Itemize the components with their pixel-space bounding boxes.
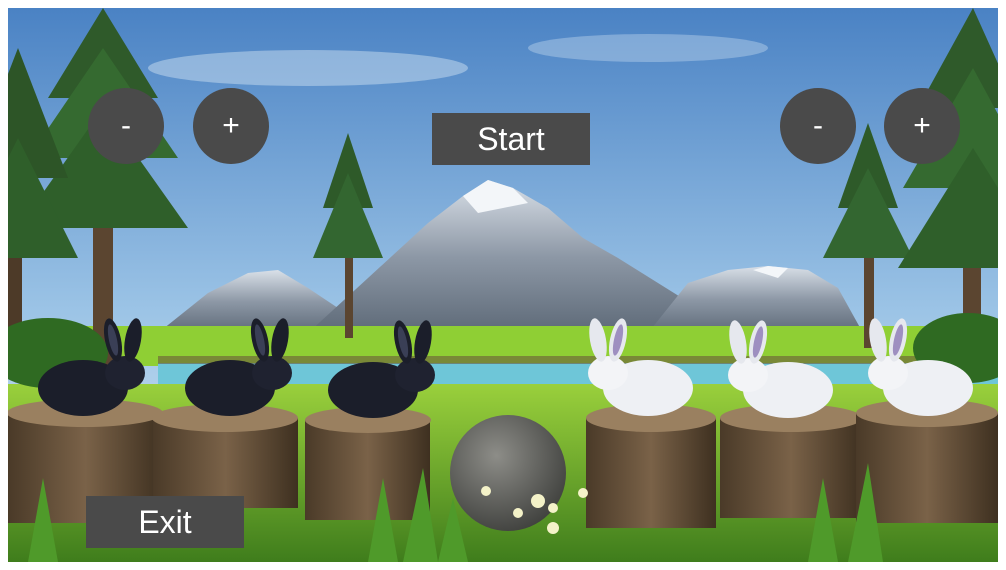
start-button[interactable]: Start [432, 113, 590, 165]
left-decrease-button[interactable]: - [88, 88, 164, 164]
cloud [148, 50, 468, 86]
rock [450, 415, 566, 531]
right-decrease-button[interactable]: - [780, 88, 856, 164]
stump-2 [152, 404, 298, 508]
forest-scene [8, 8, 998, 562]
stump-3 [305, 407, 431, 520]
stump-5 [720, 404, 862, 518]
game-viewport: - + Start - + Exit [8, 8, 998, 562]
right-increase-button[interactable]: + [884, 88, 960, 164]
left-increase-button[interactable]: + [193, 88, 269, 164]
exit-button[interactable]: Exit [86, 496, 244, 548]
cloud [528, 34, 768, 62]
stump-6 [856, 399, 998, 523]
stump-4 [586, 404, 716, 528]
